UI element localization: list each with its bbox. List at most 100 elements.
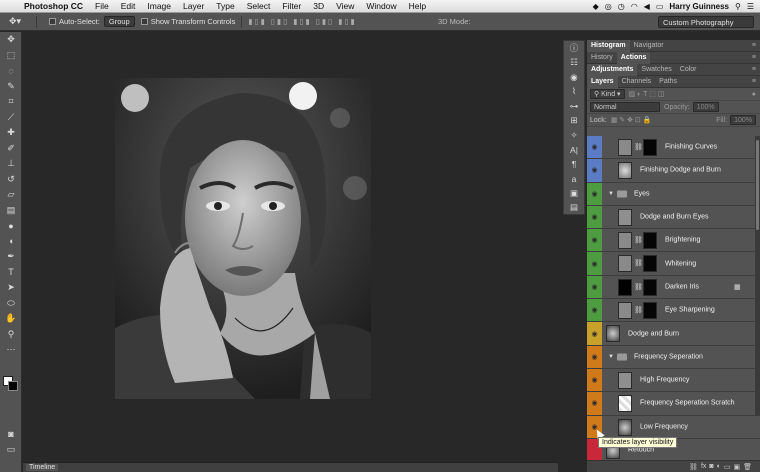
layer-thumbnail[interactable] [618, 418, 632, 436]
delete-layer-icon[interactable]: 🗑 [743, 463, 752, 471]
layer-row[interactable]: ◉ Finishing Dodge and Burn [587, 159, 760, 183]
adjustment-thumbnail-icon[interactable] [618, 278, 632, 296]
visibility-eye-icon[interactable]: ◉ [587, 345, 602, 368]
visibility-eye-icon[interactable]: ◉ [587, 275, 602, 299]
list-icon[interactable]: ☰ [747, 2, 754, 11]
panel-menu-icon[interactable]: ≡ [752, 66, 760, 73]
layer-row[interactable]: ◉ Dodge and Burn Eyes [587, 205, 760, 230]
layer-row[interactable]: ◉ Low Frequency [587, 415, 760, 439]
layer-mask-thumbnail[interactable] [643, 302, 657, 320]
styles-icon[interactable]: ⊞ [564, 114, 584, 129]
visibility-eye-icon[interactable]: ◉ [587, 392, 602, 415]
user-name[interactable]: Harry Guinness [669, 2, 729, 11]
layer-mask-thumbnail[interactable] [643, 232, 657, 250]
adjustment-thumbnail-icon[interactable] [618, 302, 632, 320]
new-layer-icon[interactable]: ▣ [733, 463, 740, 471]
menu-file[interactable]: File [89, 1, 115, 11]
shape-icon[interactable]: ⬭ [0, 296, 22, 312]
adjustment-layer-icon[interactable]: ◐ [717, 463, 721, 470]
auto-select-checkbox[interactable] [49, 18, 56, 25]
chain-link-icon[interactable]: ⛓ [634, 283, 643, 291]
workspace-dropdown[interactable]: Custom Photography [658, 16, 754, 28]
clock-icon[interactable]: ◷ [618, 2, 625, 11]
visibility-eye-icon[interactable]: ◉ [587, 205, 602, 229]
eraser-icon[interactable]: ▱ [0, 187, 22, 203]
filter-kind-dropdown[interactable]: ⚲ Kind ▾ [590, 89, 625, 99]
filter-toggle-icon[interactable]: ● [752, 91, 756, 98]
move-icon[interactable]: ✥ [0, 32, 22, 48]
scroll-thumb[interactable] [756, 140, 759, 230]
auto-select-dropdown[interactable]: Group [103, 16, 135, 27]
character-icon[interactable]: A| [564, 143, 584, 158]
crop-icon[interactable]: ⌗ [0, 94, 22, 110]
layer-mask-thumbnail[interactable] [643, 255, 657, 273]
menu-3d[interactable]: 3D [307, 1, 330, 11]
tab-history[interactable]: History [587, 52, 617, 64]
tab-swatches[interactable]: Swatches [637, 64, 675, 76]
lock-icons[interactable]: ▦ ✎ ✥ ⊡ 🔒 [611, 116, 652, 124]
document-canvas[interactable] [23, 32, 558, 462]
group-expand-arrow-icon[interactable]: ▼ [608, 354, 614, 360]
layer-row[interactable]: ◉ Frequency Seperation Scratch [587, 392, 760, 416]
layer-row[interactable]: ◉ ⛓ Brightening [587, 229, 760, 253]
move-tool-icon[interactable]: ✥▾ [0, 16, 30, 27]
hand-icon[interactable]: ✋ [0, 311, 22, 327]
layer-row[interactable]: ◉ ⛓ Eye Sharpening [587, 299, 760, 323]
menu-help[interactable]: Help [403, 1, 432, 11]
chain-link-icon[interactable]: ⛓ [634, 259, 643, 267]
quick-select-icon[interactable]: ✎ [0, 79, 22, 95]
menu-window[interactable]: Window [360, 1, 402, 11]
filter-icons[interactable]: ▨ ◐ T ⬚ ◫ [629, 90, 665, 98]
layer-row[interactable]: ◉ ⛓ Finishing Curves [587, 136, 760, 160]
visibility-eye-icon[interactable]: ◉ [587, 322, 602, 345]
visibility-eye-icon[interactable]: ◉ [587, 252, 602, 275]
paragraph-icon[interactable]: ¶ [564, 157, 584, 172]
marquee-icon[interactable]: ⬚ [0, 48, 22, 64]
add-mask-icon[interactable]: ◙ [709, 463, 713, 470]
visibility-eye-icon[interactable]: ◉ [587, 182, 602, 205]
tab-color[interactable]: Color [676, 64, 701, 76]
quick-mask-icon[interactable]: ◙ [0, 426, 22, 442]
align-icons[interactable]: ▮▯▮ ▯▮▯ ▮▯▮ ▯▮▯ ▮▯▮ [248, 17, 356, 26]
search-icon[interactable]: ⚲ [735, 2, 741, 11]
dropbox-icon[interactable]: ◆ [593, 2, 599, 11]
adjustment-thumbnail-icon[interactable] [618, 255, 632, 273]
zoom-icon[interactable]: ⚲ [0, 327, 22, 343]
layer-row[interactable]: ◉ ▼ Frequency Seperation [587, 345, 760, 369]
visibility-eye-icon[interactable]: ◉ [587, 136, 602, 159]
menu-edit[interactable]: Edit [115, 1, 142, 11]
layer-row[interactable]: ◉ ⛓ Darken Iris ▦ [587, 275, 760, 300]
fill-field[interactable]: 100% [730, 115, 756, 125]
gradient-icon[interactable]: ▤ [0, 203, 22, 219]
chain-link-icon[interactable]: ⛓ [634, 236, 643, 244]
layer-thumbnail[interactable] [618, 371, 632, 389]
visibility-eye-icon[interactable]: ◉ [587, 368, 602, 392]
new-group-icon[interactable]: ▭ [724, 463, 731, 471]
menu-select[interactable]: Select [241, 1, 277, 11]
layer-row[interactable]: ◉ High Frequency [587, 368, 760, 393]
show-transform-checkbox[interactable] [140, 18, 148, 25]
clone-source-icon[interactable]: ⊶ [564, 99, 584, 114]
adjustment-thumbnail-icon[interactable] [618, 139, 632, 156]
healing-brush-icon[interactable]: ✚ [0, 125, 22, 141]
battery-icon[interactable]: ▭ [656, 2, 664, 11]
tab-actions[interactable]: Actions [616, 51, 651, 64]
layer-row[interactable]: ◉ ▼ Eyes [587, 182, 760, 206]
sync-icon[interactable]: ◎ [605, 2, 612, 11]
notes-icon[interactable]: ▤ [564, 201, 584, 216]
tab-layers[interactable]: Layers [587, 75, 618, 88]
pen-icon[interactable]: ✒ [0, 249, 22, 265]
type-icon[interactable]: T [0, 265, 22, 281]
visibility-eye-icon[interactable]: ◉ [587, 299, 602, 322]
panel-menu-icon[interactable]: ≡ [752, 42, 760, 49]
eyedropper-icon[interactable]: ⟋ [0, 110, 22, 126]
menu-layer[interactable]: Layer [177, 1, 210, 11]
blur-icon[interactable]: ● [0, 218, 22, 234]
glyphs-icon[interactable]: a [564, 172, 584, 187]
timeline-tab[interactable]: Timeline [26, 464, 59, 471]
libraries-icon[interactable]: ◉ [564, 70, 584, 85]
properties-icon[interactable]: ☷ [564, 56, 584, 71]
tool-presets-icon[interactable]: ✧ [564, 128, 584, 143]
layer-mask-thumbnail[interactable] [643, 139, 657, 156]
more-tools-icon[interactable]: ⋯ [0, 342, 22, 358]
